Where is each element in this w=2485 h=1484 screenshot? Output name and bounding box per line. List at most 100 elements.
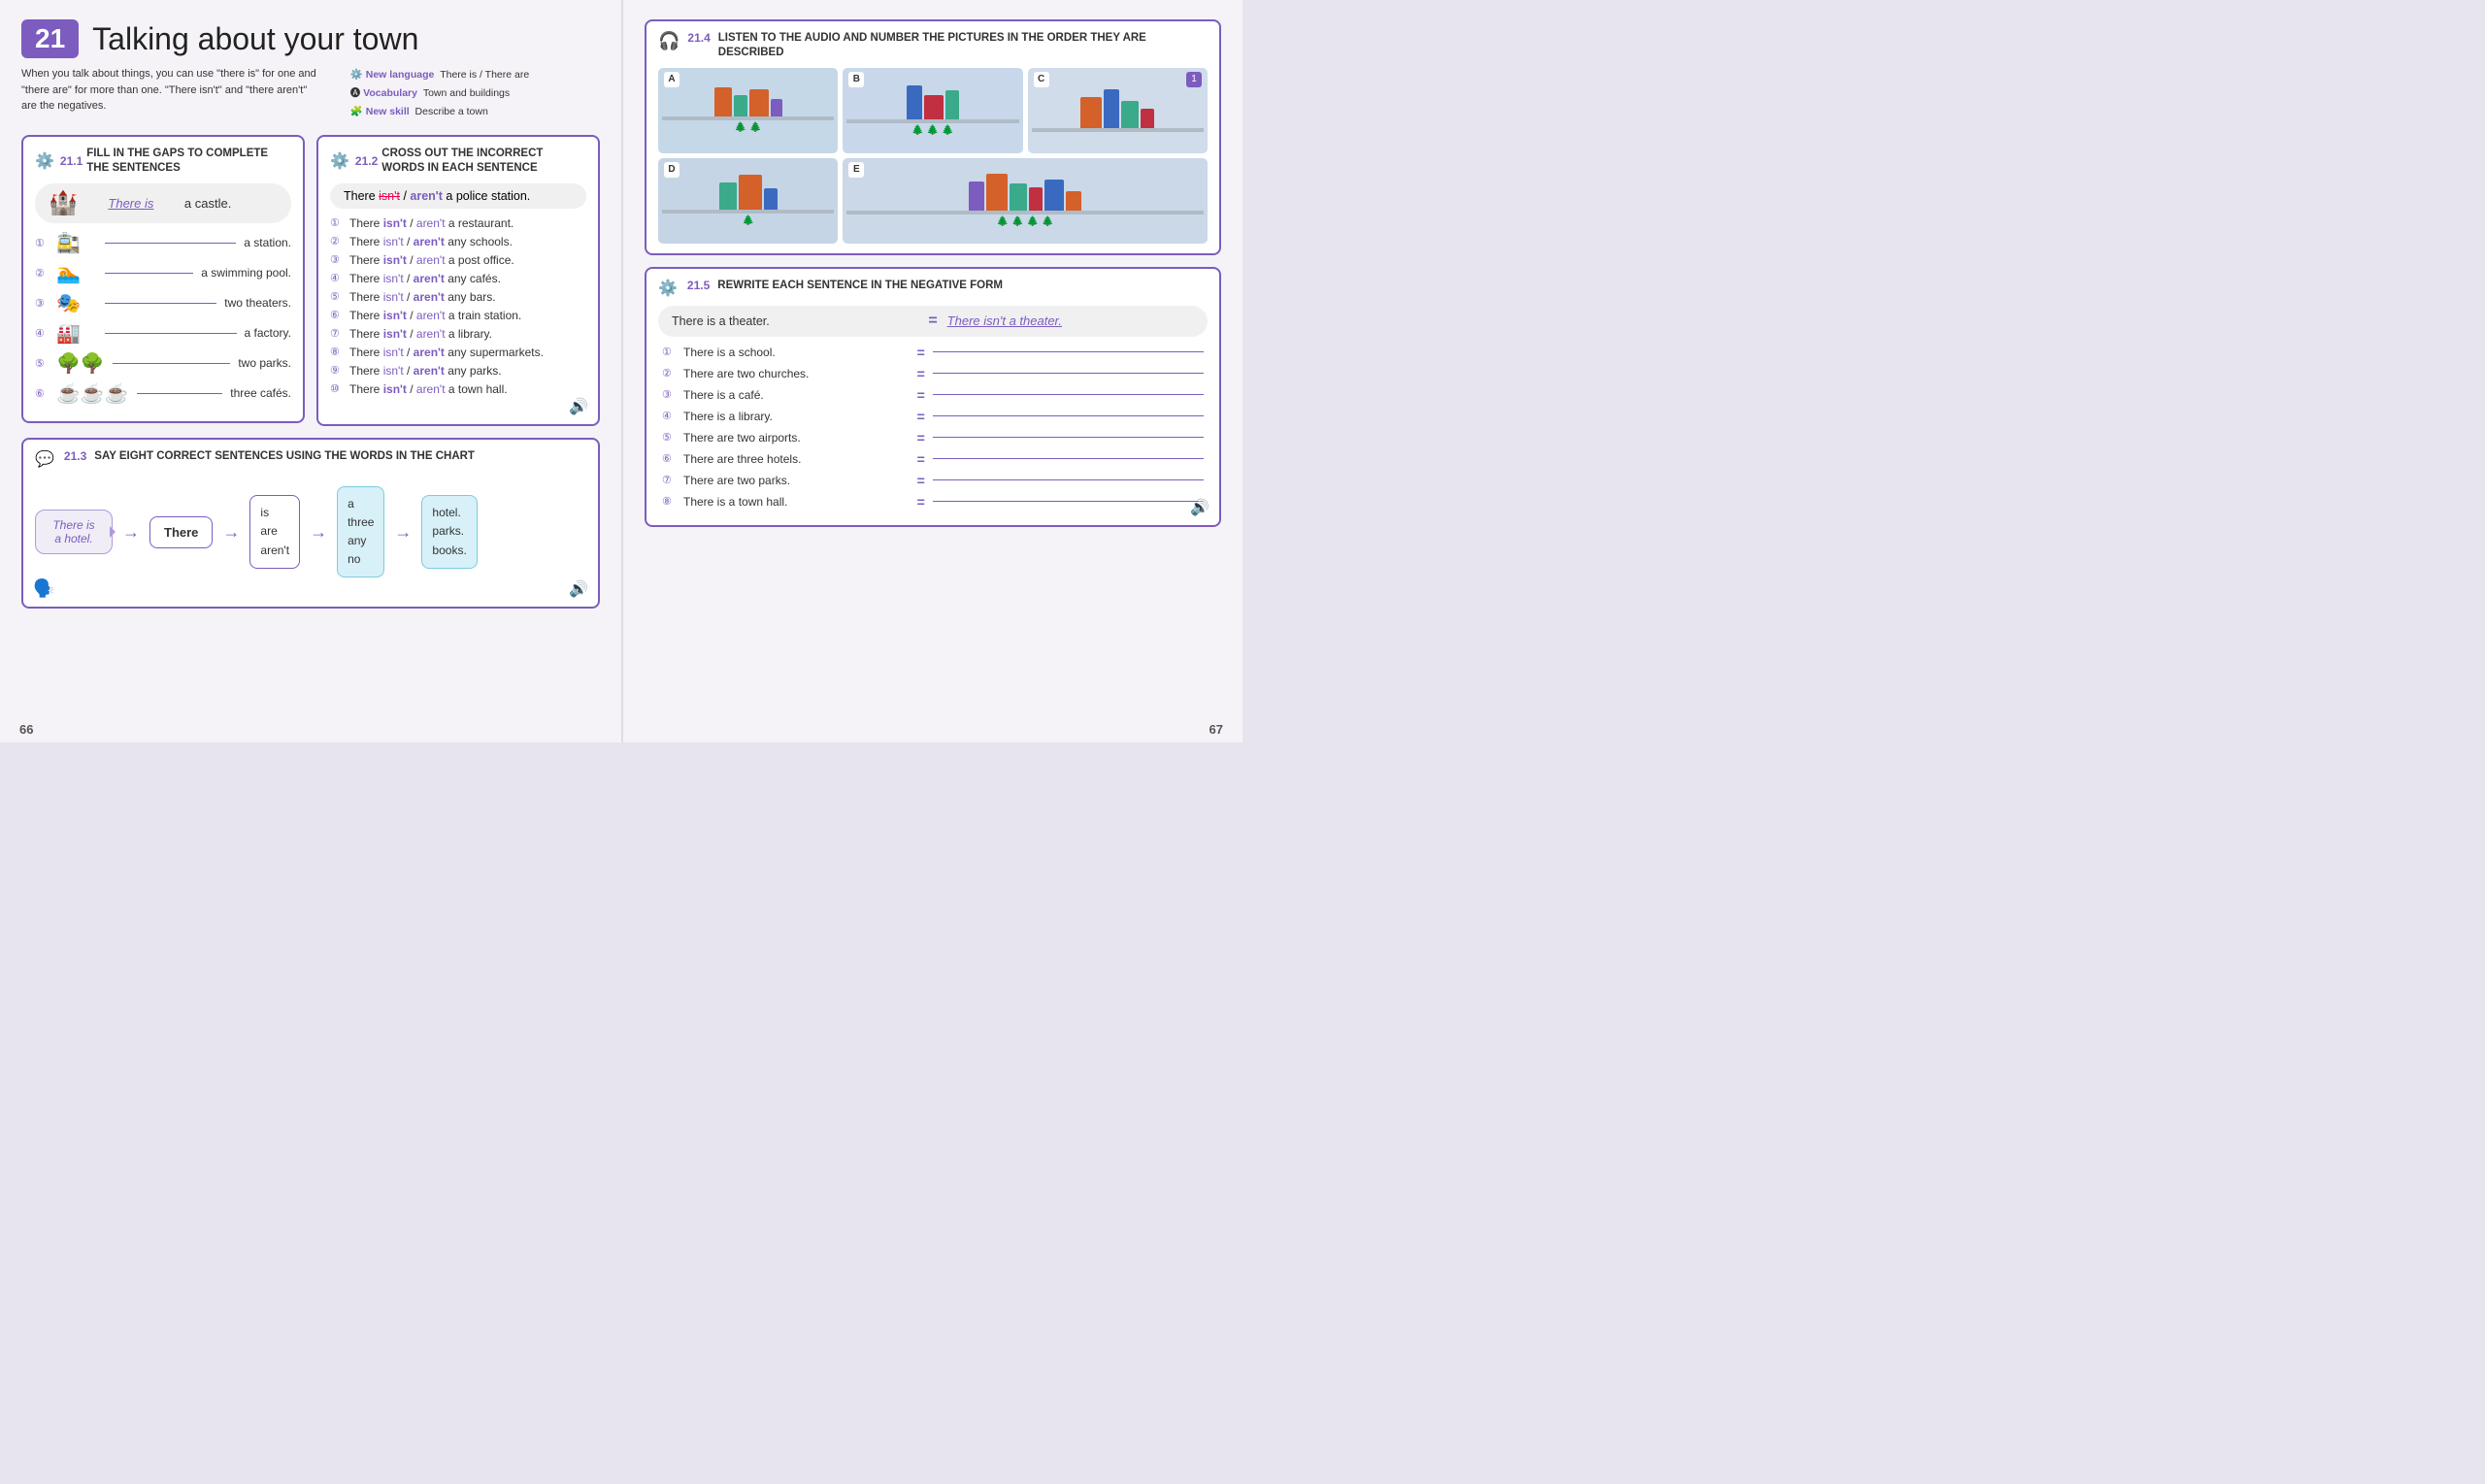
map-cell-d: D 🌲	[658, 158, 838, 244]
map-buildings-e	[969, 174, 1081, 211]
section-21-4-title: LISTEN TO THE AUDIO AND NUMBER THE PICTU…	[718, 31, 1208, 60]
right-no: no	[348, 550, 374, 569]
fill-label-3: two theaters.	[224, 296, 291, 310]
rewrite-row-5: ⑤ There are two airports. =	[658, 430, 1208, 445]
road-horiz-b	[846, 119, 1018, 123]
meta-vocabulary-value: Town and buildings	[423, 87, 510, 99]
section-21-2: ⚙️ 21.2 CROSS OUT THE INCORRECT WORDS IN…	[316, 135, 600, 438]
theater-icon: 🎭	[56, 291, 97, 315]
section-21-2-box: ⚙️ 21.2 CROSS OUT THE INCORRECT WORDS IN…	[316, 135, 600, 426]
left-page: 21 Talking about your town When you talk…	[0, 0, 621, 742]
section-21-5-header: ⚙️ 21.5 REWRITE EACH SENTENCE IN THE NEG…	[658, 279, 1208, 298]
map-buildings-c	[1080, 89, 1154, 128]
mid-arent: aren't	[260, 542, 289, 560]
factory-icon: 🏭	[56, 321, 97, 346]
section-21-3: 💬 21.3 SAY EIGHT CORRECT SENTENCES USING…	[21, 438, 600, 610]
road-horiz-c	[1032, 128, 1204, 132]
rewrite-text-5: There are two airports.	[683, 431, 910, 445]
chapter-title: Talking about your town	[92, 21, 418, 57]
fill-example: 🏰 There is a castle.	[35, 183, 291, 223]
fill-num-2: ②	[35, 267, 49, 280]
building-e3	[1010, 183, 1027, 211]
rewrite-line-3	[933, 394, 1204, 395]
language-icon: ⚙️	[350, 69, 363, 81]
crossout-row-8: ⑧ There isn't / aren't any supermarkets.	[330, 346, 586, 359]
crossout-row-3: ③ There isn't / aren't a post office.	[330, 253, 586, 267]
building-4	[771, 99, 782, 116]
building-c4	[1141, 109, 1154, 128]
fill-num-1: ①	[35, 237, 49, 249]
rewrite-row-1: ① There is a school. =	[658, 345, 1208, 360]
fill-label-4: a factory.	[245, 326, 291, 340]
rewrite-text-3: There is a café.	[683, 388, 910, 402]
crossout-row-5: ⑤ There isn't / aren't any bars.	[330, 290, 586, 304]
map-label-a: A	[664, 72, 679, 87]
road-horiz-a	[662, 116, 834, 120]
pool-icon: 🏊	[56, 261, 97, 285]
section-21-4-number: 21.4	[687, 31, 710, 45]
chart-content: There is a hotel. → There → is are aren'…	[35, 477, 586, 598]
building-c1	[1080, 97, 1102, 128]
audio-person-icon: 🎧	[658, 31, 679, 51]
chart-center-word: There	[149, 516, 213, 548]
fill-num-3: ③	[35, 297, 49, 310]
building-d2	[739, 175, 762, 210]
section-21-3-number: 21.3	[64, 449, 86, 463]
section-21-3-title: SAY EIGHT CORRECT SENTENCES USING THE WO…	[94, 449, 475, 464]
crossout-row-9: ⑨ There isn't / aren't any parks.	[330, 364, 586, 378]
building-e1	[969, 181, 984, 211]
chart-bubble: There is a hotel.	[35, 510, 113, 554]
rewrite-line-1	[933, 351, 1204, 352]
page-container: 21 Talking about your town When you talk…	[0, 0, 1242, 742]
crossout-row-10: ⑩ There isn't / aren't a town hall.	[330, 382, 586, 396]
right-any: any	[348, 532, 374, 550]
building-d3	[764, 188, 778, 210]
fill-label-6: three cafés.	[230, 386, 291, 400]
right-three: three	[348, 513, 374, 532]
fill-line-4	[105, 333, 237, 334]
section-21-5-icon: ⚙️	[658, 279, 678, 298]
tree-b3: 🌲	[942, 125, 953, 136]
end-books: books.	[432, 542, 466, 560]
tree-b1: 🌲	[911, 125, 923, 136]
audio-icon-21-5[interactable]: 🔊	[1190, 498, 1209, 517]
map-buildings-d	[719, 175, 778, 210]
rewrite-text-8: There is a town hall.	[683, 495, 910, 509]
meta-new-language-label: New language	[366, 69, 435, 81]
person-icon-21-3: 🗣️	[33, 578, 54, 599]
section-21-3-header: 💬 21.3 SAY EIGHT CORRECT SENTENCES USING…	[35, 449, 586, 469]
rewrite-line-2	[933, 373, 1204, 374]
crossout-arent: aren't	[410, 189, 443, 203]
crossout-row-1: ① There isn't / aren't a restaurant.	[330, 216, 586, 230]
tree-2: 🌲	[749, 122, 761, 133]
road-horiz-d	[662, 210, 834, 214]
crossout-example: There isn't / aren't a police station.	[330, 183, 586, 209]
fill-row-2: ② 🏊 a swimming pool.	[35, 261, 291, 285]
building-1	[714, 87, 732, 116]
rewrite-text-6: There are three hotels.	[683, 452, 910, 466]
map-cell-e: E 🌲 🌲 🌲 🌲	[843, 158, 1208, 244]
section-21-2-icon: ⚙️	[330, 151, 349, 171]
crossout-row-6: ⑥ There isn't / aren't a train station.	[330, 309, 586, 322]
audio-icon-21-2[interactable]: 🔊	[569, 397, 588, 416]
tree-e4: 🌲	[1042, 216, 1053, 227]
fill-example-label: a castle.	[184, 196, 231, 211]
meta-new-skill: 🧩 New skill Describe a town	[350, 103, 600, 121]
arrow-2: →	[222, 522, 240, 543]
rewrite-row-3: ③ There is a café. =	[658, 387, 1208, 403]
tree-d1: 🌲	[742, 215, 753, 226]
map-label-d: D	[664, 162, 679, 178]
section-21-4-header: 🎧 21.4 LISTEN TO THE AUDIO AND NUMBER TH…	[658, 31, 1208, 60]
audio-icon-21-3[interactable]: 🔊	[569, 579, 588, 599]
tree-e3: 🌲	[1027, 216, 1039, 227]
arrow-1: →	[122, 522, 140, 543]
crossout-row-4: ④ There isn't / aren't any cafés.	[330, 272, 586, 285]
meta-new-skill-label: New skill	[366, 106, 410, 117]
section-21-3-icon: 💬	[35, 449, 54, 469]
intro-text: When you talk about things, you can use …	[21, 66, 321, 121]
building-b3	[945, 90, 959, 119]
section-21-1-box: ⚙️ 21.1 FILL IN THE GAPS TO COMPLETE THE…	[21, 135, 305, 423]
rewrite-row-6: ⑥ There are three hotels. =	[658, 451, 1208, 467]
building-3	[749, 89, 769, 116]
fill-row-4: ④ 🏭 a factory.	[35, 321, 291, 346]
